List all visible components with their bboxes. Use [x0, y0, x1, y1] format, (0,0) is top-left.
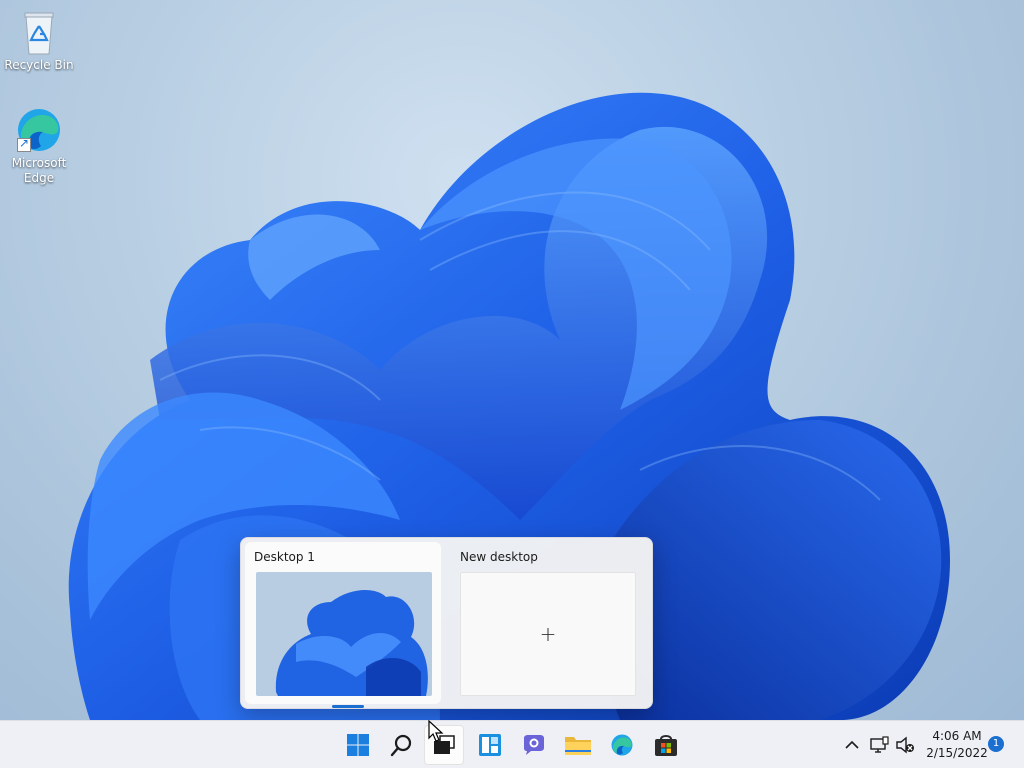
new-desktop-button[interactable]: +: [460, 572, 636, 696]
show-hidden-icons-button[interactable]: [838, 725, 866, 765]
new-desktop[interactable]: New desktop +: [451, 542, 647, 704]
recycle-bin-icon: [15, 8, 63, 56]
desktop-title: New desktop: [460, 550, 538, 564]
search-button[interactable]: [382, 725, 422, 765]
volume-button[interactable]: [892, 725, 918, 765]
notification-badge[interactable]: 1: [988, 736, 1004, 752]
store-icon: [655, 735, 677, 756]
edge-icon: [15, 106, 63, 154]
widgets-button[interactable]: [470, 725, 510, 765]
chevron-up-icon: [845, 740, 859, 749]
search-icon: [390, 734, 412, 757]
chat-button[interactable]: [514, 725, 554, 765]
volume-muted-icon: [896, 736, 914, 754]
plus-icon: +: [539, 622, 557, 646]
clock-date: 2/15/2022: [926, 746, 988, 760]
desktop-icon-label: Recycle Bin: [4, 58, 74, 72]
desktop-title: Desktop 1: [254, 550, 315, 564]
taskbar: 4:06 AM 2/15/2022: [0, 720, 1024, 768]
teams-chat-icon: [524, 735, 544, 755]
start-button[interactable]: [338, 725, 378, 765]
active-desktop-indicator: [332, 705, 364, 708]
task-view-flyout: Desktop 1 New desktop +: [240, 537, 653, 709]
folder-icon: [565, 737, 591, 755]
network-button[interactable]: [866, 725, 892, 765]
store-button[interactable]: [646, 725, 686, 765]
clock-button[interactable]: 4:06 AM 2/15/2022: [920, 728, 994, 762]
desktop-icon-label: Microsoft Edge: [11, 156, 67, 185]
desktop-icon-edge[interactable]: Microsoft Edge: [1, 106, 77, 186]
file-explorer-button[interactable]: [558, 725, 598, 765]
clock-time: 4:06 AM: [932, 729, 982, 743]
network-icon: [870, 736, 889, 753]
shortcut-arrow-icon: [17, 136, 31, 152]
desktop-thumbnail[interactable]: [256, 572, 432, 696]
windows-logo-icon: [347, 734, 369, 756]
widgets-icon: [479, 734, 501, 756]
virtual-desktop-1[interactable]: Desktop 1: [245, 542, 441, 708]
desktop-icon-recycle-bin[interactable]: Recycle Bin: [1, 8, 77, 73]
edge-icon: [611, 734, 633, 756]
mouse-cursor-icon: [428, 720, 444, 742]
edge-taskbar-button[interactable]: [602, 725, 642, 765]
